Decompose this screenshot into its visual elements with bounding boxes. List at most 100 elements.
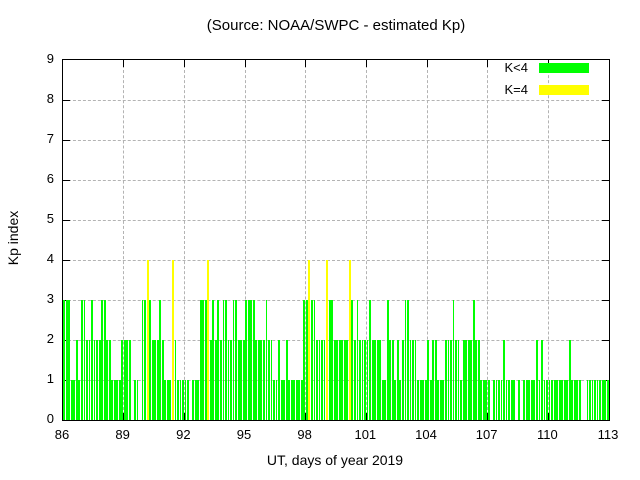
kp-bar-green [306,300,308,420]
kp-bar-green [435,340,437,420]
kp-bar-green [149,300,151,420]
kp-bar-green [81,300,83,420]
kp-bar-green [526,380,528,420]
kp-bar-green [301,380,303,420]
kp-bar-green [513,380,515,420]
x-gridline [487,60,488,420]
kp-bar-green [233,300,235,420]
kp-bar-green [298,380,300,420]
kp-bar-green [506,380,508,420]
kp-bar-green [362,340,364,420]
kp-bar-green [220,340,222,420]
y-tick-label: 9 [14,51,54,67]
y-tick-right [602,220,609,221]
kp-bar-green [536,340,538,420]
kp-bar-green [460,380,462,420]
x-tick-label: 95 [222,427,266,443]
kp-bar-green [470,340,472,420]
kp-bar-green [402,340,404,420]
kp-bar-green [523,380,525,420]
kp-bar-green [528,380,530,420]
kp-bar-green [89,340,91,420]
kp-index-chart: (Source: NOAA/SWPC - estimated Kp) Kp in… [0,0,640,480]
kp-bar-green [66,300,68,420]
x-tick-label: 110 [525,427,569,443]
legend-label-k-eq-4: K=4 [466,83,528,97]
legend-label-k-lt-4: K<4 [466,61,528,75]
chart-title: (Source: NOAA/SWPC - estimated Kp) [0,17,640,34]
kp-bar-green [255,340,257,420]
kp-bar-green [91,300,93,420]
kp-bar-green [602,380,604,420]
kp-bar-green [182,380,184,420]
x-tick-top [305,60,306,67]
kp-bar-green [116,380,118,420]
kp-bar-green [84,300,86,420]
kp-bar-green [357,300,359,420]
kp-bar-green [329,300,331,420]
y-tick-label: 5 [14,211,54,227]
y-tick-left [63,220,70,221]
kp-bar-green [271,340,273,420]
kp-bar-green [311,300,313,420]
kp-bar-green [468,340,470,420]
y-tick-label: 7 [14,131,54,147]
kp-bar-green [339,340,341,420]
x-tick-top [123,60,124,67]
y-tick-left [63,140,70,141]
y-axis-label: Kp index [5,128,21,348]
kp-bar-green [169,380,171,420]
kp-bar-green [369,300,371,420]
kp-bar-green [607,380,609,420]
kp-bar-green [248,300,250,420]
kp-bar-green [192,380,194,420]
kp-bar-green [195,380,197,420]
x-tick-label: 101 [343,427,387,443]
kp-bar-green [137,380,139,420]
kp-bar-green [384,380,386,420]
y-tick-left [63,260,70,261]
kp-bar-green [78,380,80,420]
y-tick-label: 6 [14,171,54,187]
kp-bar-green [263,340,265,420]
plot-area [62,59,610,421]
kp-bar-green [364,340,366,420]
kp-bar-green [293,380,295,420]
kp-bar-green [445,340,447,420]
y-tick-right [602,260,609,261]
kp-bar-green [344,340,346,420]
kp-bar-green [296,380,298,420]
kp-bar-green [551,380,553,420]
y-tick-right [602,300,609,301]
x-tick-top [427,60,428,67]
kp-bar-green [197,380,199,420]
kp-bar-green [73,380,75,420]
y-tick-label: 4 [14,251,54,267]
kp-bar-green [134,380,136,420]
kp-bar-green [571,380,573,420]
y-tick-left [63,100,70,101]
x-tick-label: 89 [101,427,145,443]
x-tick-top [366,60,367,67]
kp-bar-green [604,380,606,420]
kp-bar-green [501,380,503,420]
kp-bar-green [589,380,591,420]
kp-bar-green [556,380,558,420]
y-gridline [63,260,609,261]
kp-bar-green [230,340,232,420]
kp-bar-green [569,340,571,420]
kp-bar-green [119,380,121,420]
kp-bar-green [240,340,242,420]
kp-bar-green [276,380,278,420]
kp-bar-green [592,380,594,420]
kp-bar-green [478,340,480,420]
x-gridline [548,60,549,420]
kp-bar-green [488,380,490,420]
kp-bar-yellow [147,260,149,420]
kp-bar-green [574,380,576,420]
kp-bar-green [549,380,551,420]
y-gridline [63,180,609,181]
y-tick-label: 0 [14,411,54,427]
kp-bar-green [341,340,343,420]
kp-bar-green [455,340,457,420]
